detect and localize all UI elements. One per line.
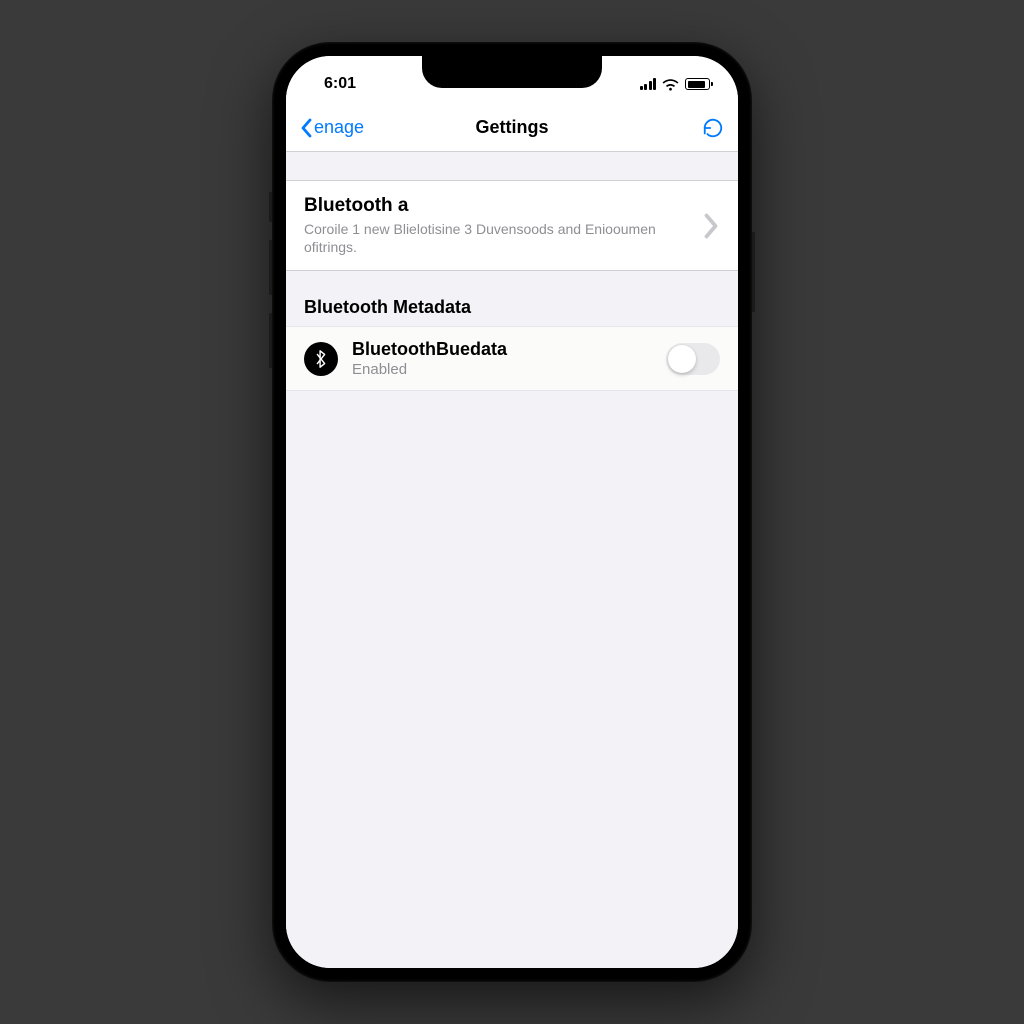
bluetooth-row[interactable]: Bluetooth a Coroile 1 new Blielotisine 3…	[286, 180, 738, 271]
bluetooth-icon	[304, 342, 338, 376]
page-title: Gettings	[475, 117, 548, 138]
status-time: 6:01	[324, 75, 356, 93]
cellular-signal-icon	[640, 78, 657, 90]
back-button[interactable]: enage	[300, 117, 364, 138]
battery-icon	[685, 78, 710, 90]
metadata-toggle[interactable]	[666, 343, 720, 375]
content-area: Bluetooth a Coroile 1 new Blielotisine 3…	[286, 152, 738, 968]
chevron-right-icon	[702, 215, 720, 237]
notch	[422, 56, 602, 88]
phone-frame: 6:01 enage Gettings	[272, 42, 752, 982]
wifi-icon	[662, 78, 679, 91]
bluetooth-metadata-row[interactable]: BluetoothBuedata Enabled	[286, 326, 738, 391]
bluetooth-title: Bluetooth a	[304, 195, 694, 217]
chevron-left-icon	[300, 118, 312, 138]
metadata-section-header: Bluetooth Metadata	[286, 271, 738, 326]
side-buttons-left	[269, 192, 272, 386]
refresh-button[interactable]	[702, 117, 724, 139]
navigation-bar: enage Gettings	[286, 104, 738, 152]
side-button-right	[752, 232, 755, 312]
screen: 6:01 enage Gettings	[286, 56, 738, 968]
refresh-icon	[702, 117, 724, 139]
status-icons	[640, 78, 711, 91]
metadata-row-title: BluetoothBuedata	[352, 339, 507, 360]
bluetooth-description: Coroile 1 new Blielotisine 3 Duvensoods …	[304, 220, 694, 256]
back-label: enage	[314, 117, 364, 138]
metadata-row-status: Enabled	[352, 361, 507, 378]
toggle-knob	[668, 345, 696, 373]
